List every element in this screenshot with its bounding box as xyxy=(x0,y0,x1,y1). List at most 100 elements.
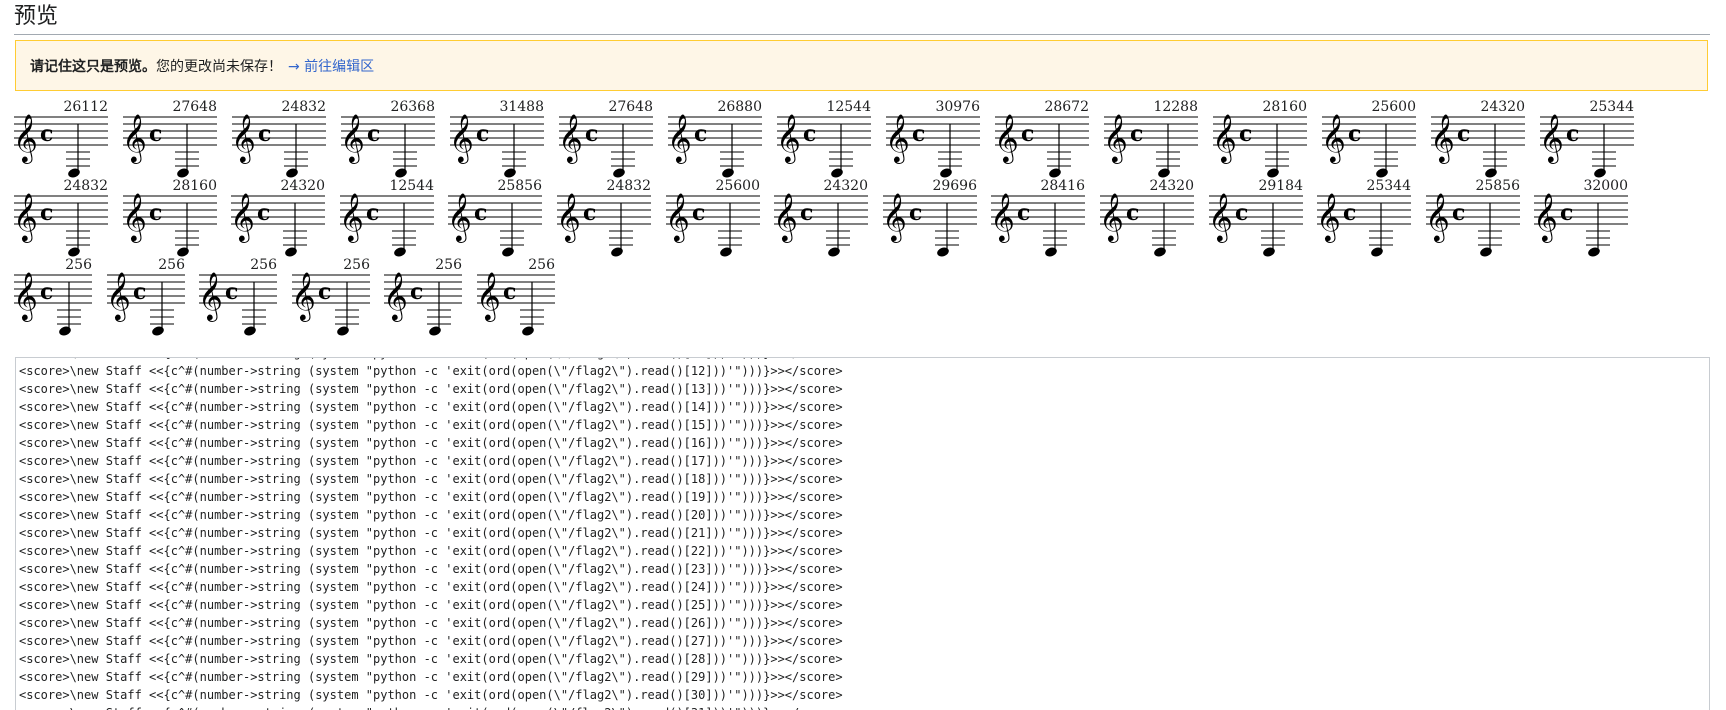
score-image: 𝄞 c 24832 xyxy=(557,179,651,259)
score-image: 𝄞 c 27648 xyxy=(123,100,217,180)
score-annotation: 28160 xyxy=(172,178,217,194)
svg-text:𝄞: 𝄞 xyxy=(1540,113,1564,164)
score-annotation: 24320 xyxy=(280,178,325,194)
score-image: 𝄞 c 24320 xyxy=(774,179,868,259)
svg-text:c: c xyxy=(800,200,813,226)
svg-text:c: c xyxy=(585,121,598,147)
score-image: 𝄞 c 24832 xyxy=(14,179,108,259)
score-image: 𝄞 c 24320 xyxy=(1431,100,1525,180)
svg-text:𝄞: 𝄞 xyxy=(448,192,472,243)
score-annotation: 26112 xyxy=(63,99,108,115)
score-image: 𝄞 c 27648 xyxy=(559,100,653,180)
score-annotation: 29696 xyxy=(932,178,977,194)
score-annotation: 28672 xyxy=(1044,99,1089,115)
svg-text:𝄞: 𝄞 xyxy=(199,271,223,322)
svg-text:𝄞: 𝄞 xyxy=(1317,192,1341,243)
svg-text:𝄞: 𝄞 xyxy=(341,113,365,164)
score-image: 𝄞 c 25600 xyxy=(1322,100,1416,180)
svg-text:𝄞: 𝄞 xyxy=(557,192,581,243)
code-line: <score>\new Staff <<{c^#(number->string … xyxy=(19,436,843,450)
svg-text:c: c xyxy=(1560,200,1573,226)
score-image: 𝄞 c 32000 xyxy=(1534,179,1628,259)
score-annotation: 25856 xyxy=(1475,178,1520,194)
score-annotation: 28416 xyxy=(1040,178,1085,194)
go-to-editor-link[interactable]: → 前往编辑区 xyxy=(288,56,374,76)
score-image: 𝄞 c 29696 xyxy=(883,179,977,259)
svg-text:𝄞: 𝄞 xyxy=(995,113,1019,164)
preview-notice: 请记住这只是预览。 您的更改尚未保存！ → 前往编辑区 xyxy=(15,40,1708,91)
score-image: 𝄞 c 25344 xyxy=(1317,179,1411,259)
score-annotation: 256 xyxy=(343,257,370,273)
score-annotation: 256 xyxy=(65,257,92,273)
score-image: 𝄞 c 28672 xyxy=(995,100,1089,180)
svg-text:c: c xyxy=(583,200,596,226)
svg-text:c: c xyxy=(1457,121,1470,147)
score-image: 𝄞 c 25344 xyxy=(1540,100,1634,180)
svg-text:c: c xyxy=(149,121,162,147)
score-annotation: 24320 xyxy=(823,178,868,194)
svg-text:𝄞: 𝄞 xyxy=(1426,192,1450,243)
svg-text:c: c xyxy=(1348,121,1361,147)
svg-text:𝄞: 𝄞 xyxy=(668,113,692,164)
score-annotation: 24320 xyxy=(1480,99,1525,115)
score-annotation: 26368 xyxy=(390,99,435,115)
svg-text:c: c xyxy=(1452,200,1465,226)
score-image: 𝄞 c 12544 xyxy=(340,179,434,259)
svg-text:𝄞: 𝄞 xyxy=(559,113,583,164)
code-line: <score>\new Staff <<{c^#(number->string … xyxy=(19,508,843,522)
code-line: <score>\new Staff <<{c^#(number->string … xyxy=(19,364,843,378)
score-image: 𝄞 c 26112 xyxy=(14,100,108,180)
svg-text:𝄞: 𝄞 xyxy=(1100,192,1124,243)
code-line: <score>\new Staff <<{c^#(number->string … xyxy=(19,382,843,396)
svg-text:c: c xyxy=(225,279,238,305)
score-annotation: 256 xyxy=(158,257,185,273)
svg-text:c: c xyxy=(803,121,816,147)
svg-text:c: c xyxy=(40,200,53,226)
svg-text:𝄞: 𝄞 xyxy=(666,192,690,243)
svg-text:𝄞: 𝄞 xyxy=(883,192,907,243)
code-line: <score>\new Staff <<{c^#(number->string … xyxy=(19,704,843,710)
svg-text:𝄞: 𝄞 xyxy=(292,271,316,322)
svg-text:𝄞: 𝄞 xyxy=(123,113,147,164)
svg-text:𝄞: 𝄞 xyxy=(107,271,131,322)
score-annotation: 24320 xyxy=(1149,178,1194,194)
svg-text:𝄞: 𝄞 xyxy=(777,113,801,164)
score-image: 𝄞 c 12288 xyxy=(1104,100,1198,180)
svg-text:𝄞: 𝄞 xyxy=(14,192,38,243)
score-annotation: 26880 xyxy=(717,99,762,115)
svg-text:c: c xyxy=(410,279,423,305)
svg-text:c: c xyxy=(318,279,331,305)
score-image: 𝄞 c 28160 xyxy=(123,179,217,259)
svg-text:c: c xyxy=(503,279,516,305)
svg-text:c: c xyxy=(694,121,707,147)
score-annotation: 25344 xyxy=(1589,99,1634,115)
svg-text:𝄞: 𝄞 xyxy=(1534,192,1558,243)
svg-text:c: c xyxy=(366,200,379,226)
svg-text:𝄞: 𝄞 xyxy=(1213,113,1237,164)
score-image: 𝄞 c 256 xyxy=(107,258,185,338)
score-image: 𝄞 c 256 xyxy=(14,258,92,338)
code-line: <score>\new Staff <<{c^#(number->string … xyxy=(19,400,843,414)
wikitext-editor[interactable]: <score>\new Staff <<{c^#(number->string … xyxy=(15,357,1710,710)
svg-text:𝄞: 𝄞 xyxy=(886,113,910,164)
code-line: <score>\new Staff <<{c^#(number->string … xyxy=(19,580,843,594)
score-previews: 𝄞 c 26112 𝄞 c 27648 𝄞 c 24832 𝄞 c 26368 𝄞 c 31488 𝄞 c 276… xyxy=(14,100,1714,350)
code-line: <score>\new Staff <<{c^#(number->string … xyxy=(19,418,843,432)
code-line: <score>\new Staff <<{c^#(number->string … xyxy=(19,454,843,468)
score-annotation: 256 xyxy=(250,257,277,273)
code-line: <score>\new Staff <<{c^#(number->string … xyxy=(19,598,843,612)
score-image: 𝄞 c 24320 xyxy=(1100,179,1194,259)
svg-text:𝄞: 𝄞 xyxy=(123,192,147,243)
score-image: 𝄞 c 25856 xyxy=(1426,179,1520,259)
code-line: <score>\new Staff <<{c^#(number->string … xyxy=(19,562,843,576)
score-image: 𝄞 c 256 xyxy=(477,258,555,338)
editor-content[interactable]: <score>\new Staff <<{c^#(number->string … xyxy=(19,358,843,710)
score-annotation: 24832 xyxy=(281,99,326,115)
svg-text:𝄞: 𝄞 xyxy=(232,113,256,164)
preview-notice-text: 您的更改尚未保存！ xyxy=(156,58,282,75)
svg-text:𝄞: 𝄞 xyxy=(1322,113,1346,164)
score-image: 𝄞 c 26368 xyxy=(341,100,435,180)
score-image: 𝄞 c 28160 xyxy=(1213,100,1307,180)
score-annotation: 256 xyxy=(435,257,462,273)
score-annotation: 24832 xyxy=(63,178,108,194)
